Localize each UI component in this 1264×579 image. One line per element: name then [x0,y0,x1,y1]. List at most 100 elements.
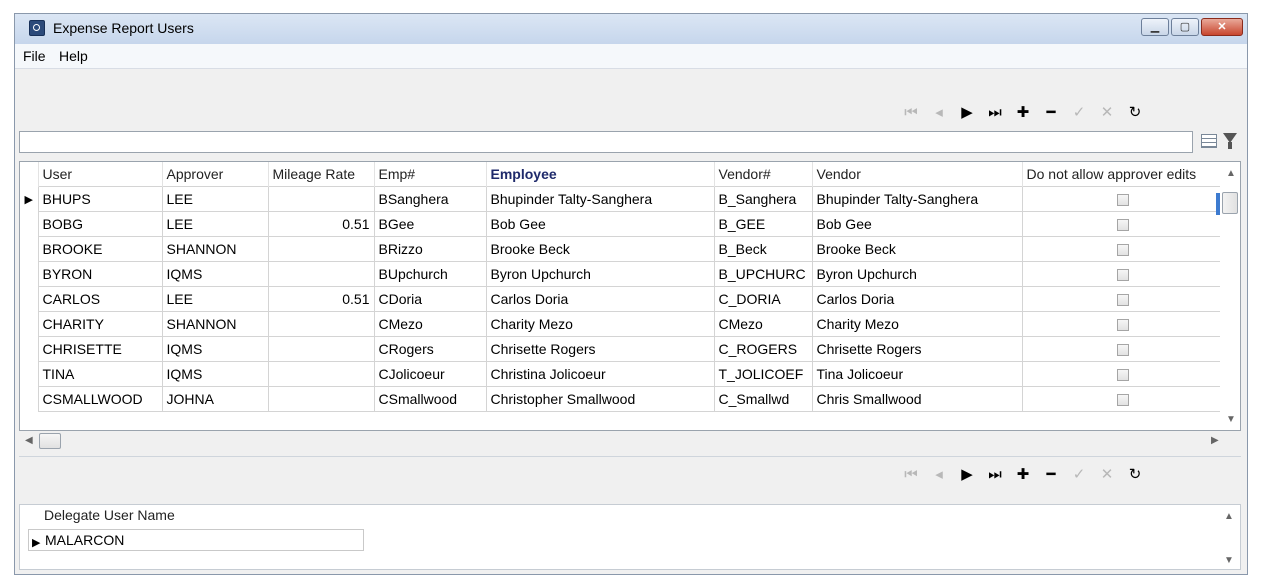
cell-vendor-number[interactable]: T_JOLICOEF [713,361,813,387]
table-row[interactable]: BOBG LEE 0.51 BGee Bob Gee B_GEE Bob Gee [20,211,1225,237]
cell-employee[interactable]: Byron Upchurch [485,261,715,287]
cell-vendor-number[interactable]: B_GEE [713,211,813,237]
cell-vendor[interactable]: Brooke Beck [811,236,1023,262]
cell-emp-number[interactable]: BUpchurch [373,261,487,287]
cell-user[interactable]: CSMALLWOOD [37,386,163,412]
cell-vendor[interactable]: Byron Upchurch [811,261,1023,287]
first-record-icon[interactable]: ⏮ [897,102,925,124]
cell-user[interactable]: CHARITY [37,311,163,337]
delegate-user-cell[interactable]: ▶ MALARCON [28,529,364,551]
no-approver-edits-checkbox[interactable] [1117,219,1129,232]
cell-vendor-number[interactable]: B_Sanghera [713,186,813,212]
no-approver-edits-checkbox[interactable] [1117,394,1129,407]
first-record-icon[interactable]: ⏮ [897,464,925,486]
no-approver-edits-checkbox[interactable] [1117,269,1129,282]
table-row[interactable]: CSMALLWOOD JOHNA CSmallwood Christopher Sma… [20,386,1225,412]
last-record-icon[interactable]: ⏭ [981,464,1009,486]
cell-mileage-rate[interactable] [267,186,375,212]
table-row[interactable]: CHARITY SHANNON CMezo Charity Mezo CMezo Char… [20,311,1225,337]
cell-approver[interactable]: IQMS [161,261,269,287]
cell-employee[interactable]: Bhupinder Talty-Sanghera [485,186,715,212]
cell-user[interactable]: TINA [37,361,163,387]
column-header-no-approver-edits[interactable]: Do not allow approver edits [1022,162,1225,187]
cell-mileage-rate[interactable] [267,261,375,287]
cell-mileage-rate[interactable]: 0.51 [267,211,375,237]
filter-icon[interactable] [1223,133,1237,149]
cell-vendor[interactable]: Tina Jolicoeur [811,361,1023,387]
cell-vendor[interactable]: Chris Smallwood [811,386,1023,412]
column-header-user[interactable]: User [38,162,163,187]
post-edit-icon[interactable]: ✓ [1065,464,1093,486]
cell-mileage-rate[interactable] [267,361,375,387]
cell-approver[interactable]: IQMS [161,336,269,362]
cell-employee[interactable]: Bob Gee [485,211,715,237]
scroll-down-icon[interactable]: ▼ [1224,555,1234,566]
column-header-employee[interactable]: Employee [486,162,715,187]
cell-approver[interactable]: IQMS [161,361,269,387]
column-header-approver[interactable]: Approver [162,162,269,187]
no-approver-edits-checkbox[interactable] [1117,294,1129,307]
cell-employee[interactable]: Christina Jolicoeur [485,361,715,387]
cell-emp-number[interactable]: CDoria [373,286,487,312]
next-record-icon[interactable]: ▶ [953,102,981,124]
cell-emp-number[interactable]: BSanghera [373,186,487,212]
cell-approver[interactable]: SHANNON [161,311,269,337]
cell-vendor[interactable]: Charity Mezo [811,311,1023,337]
column-header-emp-number[interactable]: Emp# [374,162,487,187]
cell-user[interactable]: BROOKE [37,236,163,262]
cell-emp-number[interactable]: BRizzo [373,236,487,262]
delete-record-icon[interactable]: ━ [1037,102,1065,124]
cell-user[interactable]: CHRISETTE [37,336,163,362]
column-header-mileage-rate[interactable]: Mileage Rate [268,162,375,187]
scroll-down-icon[interactable]: ▼ [1226,414,1236,425]
cell-emp-number[interactable]: CMezo [373,311,487,337]
cell-vendor[interactable]: Carlos Doria [811,286,1023,312]
vertical-scrollbar[interactable]: ▲ ▼ [1220,162,1240,430]
cell-mileage-rate[interactable] [267,336,375,362]
prior-record-icon[interactable]: ◂ [925,102,953,124]
cell-employee[interactable]: Brooke Beck [485,236,715,262]
refresh-icon[interactable]: ↻ [1121,102,1149,124]
horizontal-scrollbar[interactable]: ◀ ▶ [19,432,1241,450]
cell-vendor-number[interactable]: B_Beck [713,236,813,262]
maximize-button[interactable]: ▢ [1171,18,1199,36]
table-row[interactable]: CHRISETTE IQMS CRogers Chrisette Rogers C_RO… [20,336,1225,362]
no-approver-edits-checkbox[interactable] [1117,369,1129,382]
cell-vendor[interactable]: Bob Gee [811,211,1023,237]
column-header-delegate-user-name[interactable]: Delegate User Name [44,507,175,523]
cancel-edit-icon[interactable]: ✕ [1093,102,1121,124]
table-row[interactable]: BROOKE SHANNON BRizzo Brooke Beck B_Beck Broo… [20,236,1225,262]
cell-employee[interactable]: Charity Mezo [485,311,715,337]
cell-vendor-number[interactable]: CMezo [713,311,813,337]
scroll-up-icon[interactable]: ▲ [1226,168,1236,179]
cell-emp-number[interactable]: CRogers [373,336,487,362]
cell-vendor-number[interactable]: C_DORIA [713,286,813,312]
cell-vendor-number[interactable]: C_Smallwd [713,386,813,412]
last-record-icon[interactable]: ⏭ [981,102,1009,124]
cell-user[interactable]: CARLOS [37,286,163,312]
cell-vendor-number[interactable]: C_ROGERS [713,336,813,362]
post-edit-icon[interactable]: ✓ [1065,102,1093,124]
no-approver-edits-checkbox[interactable] [1117,194,1129,207]
table-row[interactable]: ▶ BHUPS LEE BSanghera Bhupinder Talty-Sanghe… [20,186,1225,212]
column-header-vendor-number[interactable]: Vendor# [714,162,813,187]
cell-mileage-rate[interactable]: 0.51 [267,286,375,312]
cell-approver[interactable]: LEE [161,186,269,212]
cell-vendor[interactable]: Bhupinder Talty-Sanghera [811,186,1023,212]
cell-vendor[interactable]: Chrisette Rogers [811,336,1023,362]
cell-mileage-rate[interactable] [267,386,375,412]
scroll-right-icon[interactable]: ▶ [1211,435,1219,446]
grid-layout-icon[interactable] [1201,134,1217,148]
next-record-icon[interactable]: ▶ [953,464,981,486]
cell-employee[interactable]: Carlos Doria [485,286,715,312]
cell-emp-number[interactable]: CSmallwood [373,386,487,412]
cell-mileage-rate[interactable] [267,236,375,262]
cell-emp-number[interactable]: BGee [373,211,487,237]
cell-employee[interactable]: Christopher Smallwood [485,386,715,412]
table-row[interactable]: CARLOS LEE 0.51 CDoria Carlos Doria C_DORIA Ca… [20,286,1225,312]
close-button[interactable]: ✕ [1201,18,1243,36]
column-header-vendor[interactable]: Vendor [812,162,1023,187]
menu-file[interactable]: File [23,48,46,64]
cell-approver[interactable]: LEE [161,286,269,312]
cell-approver[interactable]: LEE [161,211,269,237]
